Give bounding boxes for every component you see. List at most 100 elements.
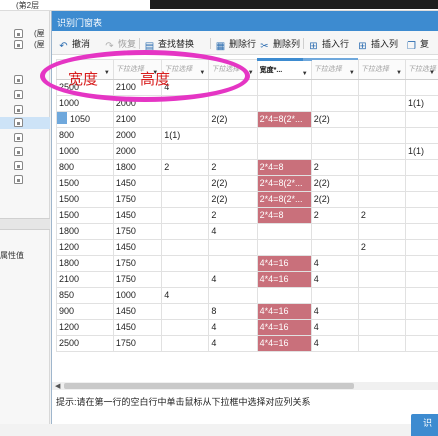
dropdown-arrow-icon[interactable]: ▼ [104,66,110,80]
tree-item[interactable] [0,160,50,172]
table-cell[interactable]: 4 [311,272,358,288]
table-cell[interactable]: 4 [209,336,257,352]
column-select[interactable]: 宽度*...▼ [257,60,311,80]
table-cell[interactable] [257,80,311,96]
table-cell[interactable]: 1800 [57,256,114,272]
table-cell[interactable]: 2(2) [209,112,257,128]
tree-item[interactable] [0,74,50,86]
table-cell[interactable]: 800 [57,128,114,144]
table-cell[interactable] [358,96,405,112]
find-replace-button[interactable]: ▤查找替换 [144,37,194,51]
table-cell[interactable]: 8 [209,304,257,320]
table-cell[interactable] [209,128,257,144]
table-cell[interactable]: 1450 [113,208,161,224]
table-cell[interactable] [209,96,257,112]
table-row[interactable]: 120014502 [57,240,438,256]
table-cell[interactable] [405,288,438,304]
column-select[interactable]: 下拉选择▼ [311,60,358,80]
table-cell[interactable] [311,144,358,160]
table-cell[interactable] [405,272,438,288]
table-cell[interactable] [405,224,438,240]
table-cell[interactable] [311,224,358,240]
table-cell[interactable] [358,256,405,272]
table-cell[interactable] [405,256,438,272]
table-cell[interactable]: 4*4=16 [257,320,311,336]
table-cell[interactable] [405,112,438,128]
table-cell[interactable] [358,128,405,144]
table-cell[interactable]: 1500 [57,192,114,208]
table-cell[interactable]: 1200 [57,240,114,256]
table-cell[interactable] [405,320,438,336]
table-cell[interactable] [162,176,209,192]
table-cell[interactable]: 1450 [113,320,161,336]
table-cell[interactable]: 1450 [113,176,161,192]
table-cell[interactable] [405,304,438,320]
tree-item[interactable]: (屋 [0,39,50,51]
table-cell[interactable] [162,208,209,224]
table-cell[interactable]: 900 [57,304,114,320]
table-cell[interactable] [405,208,438,224]
table-row[interactable]: 250021004 [57,80,438,96]
table-cell[interactable]: 1750 [113,272,161,288]
table-cell[interactable] [162,272,209,288]
table-cell[interactable] [162,240,209,256]
table-cell[interactable] [162,256,209,272]
table-cell[interactable]: 1750 [113,224,161,240]
table-cell[interactable] [311,80,358,96]
table-cell[interactable]: 4 [209,224,257,240]
table-cell[interactable]: 2*4=8(2*... [257,192,311,208]
table-cell[interactable] [358,272,405,288]
table-cell[interactable] [311,240,358,256]
table-row[interactable]: 100020001(1) [57,144,438,160]
table-cell[interactable]: 2(2) [311,176,358,192]
table-cell[interactable] [162,96,209,112]
dropdown-arrow-icon[interactable]: ▼ [248,66,254,80]
table-cell[interactable] [257,224,311,240]
table-cell[interactable]: 1800 [113,160,161,176]
dropdown-arrow-icon[interactable]: ▼ [199,66,205,80]
insert-row-button[interactable]: ⊞插入行 [308,37,349,51]
table-cell[interactable]: 800 [57,160,114,176]
table-row[interactable]: 8001800222*4=82 [57,160,438,176]
table-cell[interactable] [311,96,358,112]
table-cell[interactable]: 2000 [113,128,161,144]
table-cell[interactable]: 4*4=16 [257,256,311,272]
table-cell[interactable]: 2 [209,160,257,176]
table-cell[interactable] [405,336,438,352]
table-cell[interactable]: 1500 [57,208,114,224]
copy-button[interactable]: ❐复 [406,37,429,51]
column-select[interactable]: 下拉选择▼ [405,60,438,80]
table-cell[interactable]: 1(1) [405,96,438,112]
table-cell[interactable]: 1450 [113,304,161,320]
table-cell[interactable] [358,224,405,240]
tree-item[interactable] [0,174,50,186]
table-cell[interactable] [257,128,311,144]
table-cell[interactable]: 2000 [113,96,161,112]
table-cell[interactable]: 4 [209,272,257,288]
table-cell[interactable]: 2100 [113,112,161,128]
table-cell[interactable] [358,304,405,320]
undo-button[interactable]: ↶撤消 [58,37,90,51]
table-cell[interactable]: 2000 [113,144,161,160]
table-cell[interactable] [162,304,209,320]
table-cell[interactable]: 2(2) [209,176,257,192]
table-cell[interactable]: 4 [311,304,358,320]
table-cell[interactable] [405,240,438,256]
table-cell[interactable] [162,144,209,160]
table-cell[interactable] [358,144,405,160]
table-cell[interactable] [405,176,438,192]
table-cell[interactable]: 2(2) [209,192,257,208]
table-cell[interactable] [257,288,311,304]
table-cell[interactable] [358,176,405,192]
insert-column-button[interactable]: ⊞插入列 [357,37,398,51]
table-cell[interactable]: 4 [311,336,358,352]
table-cell[interactable] [311,128,358,144]
table-row[interactable]: 2500175044*4=164 [57,336,438,352]
redo-button[interactable]: ↷恢复 [104,37,136,51]
table-row[interactable]: 1500145022*4=822 [57,208,438,224]
table-row[interactable]: 80020001(1) [57,128,438,144]
table-cell[interactable]: 2*4=8 [257,208,311,224]
table-cell[interactable]: 2*4=8(2*... [257,112,311,128]
table-cell[interactable] [209,240,257,256]
table-cell[interactable]: 1(1) [162,128,209,144]
